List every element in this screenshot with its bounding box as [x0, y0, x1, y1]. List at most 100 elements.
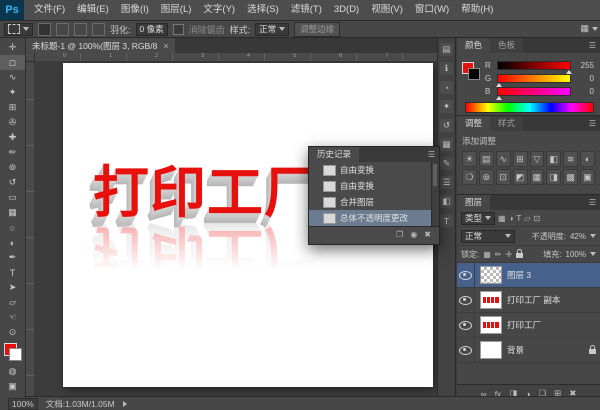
- brush-tool[interactable]: ✏: [0, 145, 25, 160]
- green-channel-slider[interactable]: [497, 74, 571, 83]
- panel-menu-icon[interactable]: ☰: [589, 198, 596, 207]
- color-lookup-adjustment-icon[interactable]: ⊡: [496, 169, 511, 185]
- menu-view[interactable]: 视图(V): [365, 0, 409, 20]
- new-snapshot-icon[interactable]: ◉: [410, 230, 417, 239]
- opacity-value[interactable]: 42%: [570, 232, 586, 241]
- dock-panel-icon-9[interactable]: ◧: [440, 195, 453, 208]
- dock-panel-icon-6[interactable]: ▦: [440, 138, 453, 151]
- info-panel-icon[interactable]: ℹ: [440, 62, 453, 75]
- eyedropper-tool[interactable]: ✇: [0, 115, 25, 130]
- hue-saturation-adjustment-icon[interactable]: ◧: [546, 151, 561, 167]
- panel-menu-icon[interactable]: ☰: [428, 150, 435, 159]
- blue-channel-value[interactable]: 0: [590, 87, 594, 96]
- close-icon[interactable]: ×: [163, 41, 168, 51]
- history-panel-tab[interactable]: 历史记录: [309, 147, 359, 162]
- history-state-selected[interactable]: 总体不透明度更改: [309, 210, 439, 226]
- lock-position-icon[interactable]: ✛: [506, 250, 513, 259]
- style-select[interactable]: 正常: [255, 23, 289, 36]
- visibility-toggle[interactable]: [457, 288, 475, 312]
- background-color-swatch[interactable]: [9, 348, 22, 361]
- screen-mode-toggle[interactable]: ▣: [0, 379, 25, 394]
- layer-row-background[interactable]: 背景: [457, 338, 600, 363]
- document-tab[interactable]: 未标题-1 @ 100%(图层 3, RGB/8 ×: [26, 38, 175, 53]
- menu-image[interactable]: 图像(I): [115, 0, 155, 20]
- crop-tool[interactable]: ⊞: [0, 100, 25, 115]
- move-tool[interactable]: ✛: [0, 40, 25, 55]
- gradient-map-adjustment-icon[interactable]: ▩: [563, 169, 578, 185]
- zoom-tool[interactable]: ⊙: [0, 325, 25, 340]
- filter-type-layers-icon[interactable]: T: [516, 214, 521, 223]
- menu-type[interactable]: 文字(Y): [197, 0, 241, 20]
- red-channel-value[interactable]: 255: [581, 61, 594, 70]
- layer-thumbnail[interactable]: [480, 316, 502, 334]
- layer-name[interactable]: 图层 3: [507, 269, 531, 281]
- invert-adjustment-icon[interactable]: ◩: [513, 169, 528, 185]
- layer-name[interactable]: 打印工厂 副本: [507, 294, 560, 306]
- dock-panel-icon-3[interactable]: ◔: [440, 81, 453, 94]
- layer-thumbnail[interactable]: [480, 291, 502, 309]
- path-selection-tool[interactable]: ➤: [0, 280, 25, 295]
- healing-brush-tool[interactable]: ✚: [0, 130, 25, 145]
- shape-tool[interactable]: ▱: [0, 295, 25, 310]
- tab-swatches[interactable]: 色板: [490, 38, 523, 53]
- slider-knob[interactable]: [496, 96, 502, 100]
- dock-panel-icon-1[interactable]: ▤: [440, 43, 453, 56]
- layer-row-selected[interactable]: 图层 3: [457, 263, 600, 288]
- antialias-checkbox[interactable]: [173, 24, 184, 35]
- mini-foreground-background-swatch[interactable]: [462, 62, 480, 80]
- dodge-tool[interactable]: ◐: [0, 235, 25, 250]
- posterize-adjustment-icon[interactable]: ▦: [530, 169, 545, 185]
- dock-panel-icon-10[interactable]: T: [440, 214, 453, 227]
- exposure-adjustment-icon[interactable]: ⊞: [513, 151, 528, 167]
- menu-select[interactable]: 选择(S): [241, 0, 285, 20]
- history-state[interactable]: 自由变换: [309, 178, 439, 194]
- tab-adjustments[interactable]: 调整: [457, 116, 490, 131]
- black-white-adjustment-icon[interactable]: ◐: [580, 151, 595, 167]
- pen-tool[interactable]: ✒: [0, 250, 25, 265]
- layer-thumbnail[interactable]: [480, 266, 502, 284]
- fill-value[interactable]: 100%: [566, 250, 586, 259]
- layer-name[interactable]: 打印工厂: [507, 319, 541, 331]
- new-document-from-state-icon[interactable]: ❐: [396, 230, 403, 239]
- layer-row[interactable]: 打印工厂: [457, 313, 600, 338]
- curves-adjustment-icon[interactable]: ∿: [496, 151, 511, 167]
- lock-transparent-pixels-icon[interactable]: ▦: [483, 250, 491, 259]
- workspace-switcher[interactable]: ▦: [580, 23, 598, 34]
- history-brush-tool[interactable]: ↺: [0, 175, 25, 190]
- photo-filter-adjustment-icon[interactable]: ❍: [462, 169, 477, 185]
- background-color-swatch[interactable]: [468, 68, 480, 80]
- tab-color[interactable]: 颜色: [457, 38, 490, 53]
- eraser-tool[interactable]: ▭: [0, 190, 25, 205]
- red-channel-slider[interactable]: [497, 61, 571, 70]
- filter-smart-objects-icon[interactable]: ⊡: [533, 214, 540, 223]
- lock-image-pixels-icon[interactable]: ✏: [495, 250, 502, 259]
- new-selection-icon[interactable]: [38, 23, 51, 36]
- menu-window[interactable]: 窗口(W): [409, 0, 455, 20]
- hand-tool[interactable]: ☜: [0, 310, 25, 325]
- vibrance-adjustment-icon[interactable]: ▽: [530, 151, 545, 167]
- status-options-arrow-icon[interactable]: [123, 401, 127, 407]
- clone-stamp-tool[interactable]: ⊚: [0, 160, 25, 175]
- subtract-from-selection-icon[interactable]: [74, 23, 87, 36]
- layer-row[interactable]: 打印工厂 副本: [457, 288, 600, 313]
- menu-filter[interactable]: 滤镜(T): [285, 0, 328, 20]
- tab-styles[interactable]: 样式: [490, 116, 523, 131]
- dock-panel-icon-4[interactable]: ✦: [440, 100, 453, 113]
- color-balance-adjustment-icon[interactable]: ≋: [563, 151, 578, 167]
- blue-channel-slider[interactable]: [497, 87, 571, 96]
- visibility-toggle[interactable]: [457, 313, 475, 337]
- tool-preset-picker[interactable]: [4, 23, 33, 36]
- add-to-selection-icon[interactable]: [56, 23, 69, 36]
- zoom-level-field[interactable]: 100%: [8, 398, 38, 410]
- history-state[interactable]: 自由变换: [309, 162, 439, 178]
- quick-mask-toggle[interactable]: ◍: [0, 364, 25, 379]
- layer-name[interactable]: 背景: [507, 344, 524, 356]
- tab-layers[interactable]: 图层: [457, 195, 490, 210]
- visibility-toggle[interactable]: [457, 338, 475, 362]
- selective-color-adjustment-icon[interactable]: ▣: [580, 169, 595, 185]
- foreground-background-swatch[interactable]: [4, 343, 22, 361]
- blend-mode-select[interactable]: 正常: [461, 230, 515, 243]
- dock-panel-icon-8[interactable]: ☰: [440, 176, 453, 189]
- menu-layer[interactable]: 图层(L): [155, 0, 198, 20]
- history-panel-icon[interactable]: ↺: [440, 119, 453, 132]
